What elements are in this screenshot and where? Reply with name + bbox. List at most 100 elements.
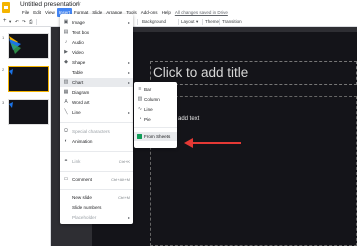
- bar-chart-icon: ≡: [138, 86, 142, 92]
- shortcut-hint: Ctrl+Alt+M: [111, 177, 130, 182]
- menu-item-label: Word art: [72, 100, 90, 105]
- line-chart-icon: ∿: [137, 106, 143, 112]
- submenu-arrow-icon: ▸: [127, 215, 130, 220]
- insert-diagram-item[interactable]: ▦ Diagram: [60, 88, 133, 97]
- insert-shape-item[interactable]: ◆ Shape ▸: [60, 58, 133, 67]
- diagram-icon: ▦: [63, 89, 69, 95]
- menu-item-label: Link: [72, 159, 81, 164]
- slides-logo-icon[interactable]: [2, 2, 10, 13]
- slide-number: 3: [2, 100, 5, 105]
- menu-divider: [60, 171, 133, 172]
- slide-filmstrip: 1 2 3: [0, 27, 51, 246]
- video-icon: ▶: [64, 49, 68, 55]
- new-slide-dropdown-icon[interactable]: ▾: [9, 18, 11, 25]
- sheets-icon: [137, 134, 142, 139]
- chart-line-item[interactable]: ∿ Line: [134, 105, 177, 114]
- menu-item-label: Audio: [72, 40, 84, 45]
- insert-special-characters-item[interactable]: Ω Special characters: [60, 127, 133, 136]
- special-characters-icon: Ω: [64, 128, 68, 134]
- toolbar-divider: [36, 19, 37, 25]
- menu-divider: [134, 127, 177, 128]
- menu-divider: [60, 122, 133, 123]
- submenu-arrow-icon: ▸: [127, 80, 130, 85]
- insert-text-box-item[interactable]: ▤ Text box: [60, 28, 133, 37]
- menu-item-label: Table: [72, 70, 83, 75]
- new-slide-button[interactable]: +: [3, 18, 7, 25]
- chart-column-item[interactable]: ▥ Column: [134, 95, 177, 104]
- menu-item-label: Placeholder: [72, 215, 97, 220]
- slide-number: 2: [2, 67, 5, 72]
- chart-icon: ▥: [63, 79, 69, 85]
- submenu-arrow-icon: ▸: [127, 60, 130, 65]
- line-icon: ╲: [64, 109, 68, 115]
- saved-status[interactable]: All changes saved in Drive: [173, 8, 230, 17]
- menu-item-label: Diagram: [72, 90, 90, 95]
- insert-line-item[interactable]: ╲ Line ▸: [60, 108, 133, 117]
- insert-slide-numbers-item[interactable]: Slide numbers: [60, 203, 133, 212]
- menu-item-label: Bar: [144, 87, 152, 92]
- slide-thumbnail-accent: [9, 102, 13, 108]
- menu-file[interactable]: File: [20, 8, 31, 17]
- word-art-icon: A: [64, 99, 68, 105]
- menu-item-label: Chart: [72, 80, 84, 85]
- comment-icon: ▭: [63, 176, 69, 182]
- slide-thumbnail-3[interactable]: [8, 99, 49, 125]
- toolbar: + ▾ ↶ ↷ ⎙ Background Layout ▾ Theme Tran…: [0, 17, 357, 27]
- column-chart-icon: ▥: [137, 96, 143, 102]
- image-icon: ▣: [63, 19, 69, 25]
- slide-thumbnail-1[interactable]: [8, 33, 49, 59]
- chart-pie-item[interactable]: ◔ Pie: [134, 115, 177, 124]
- insert-image-item[interactable]: ▣ Image ▸: [60, 18, 133, 27]
- toolbar-divider: [219, 19, 220, 25]
- insert-animation-item[interactable]: ◐ Animation: [60, 137, 133, 146]
- layout-button[interactable]: Layout: [181, 18, 195, 25]
- background-button[interactable]: Background: [142, 18, 166, 25]
- submenu-arrow-icon: ▸: [127, 110, 130, 115]
- insert-new-slide-item[interactable]: New slide Ctrl+M: [60, 193, 133, 202]
- menu-help[interactable]: Help: [160, 8, 173, 17]
- slide-number: 1: [2, 35, 5, 40]
- menu-item-label: Comment: [72, 177, 92, 182]
- insert-word-art-item[interactable]: A Word art: [60, 98, 133, 107]
- title-placeholder[interactable]: Click to add title: [150, 61, 357, 85]
- menu-add-ons[interactable]: Add-ons: [139, 8, 160, 17]
- text-box-icon: ▤: [63, 29, 69, 35]
- menu-item-label: Slide numbers: [72, 205, 102, 210]
- insert-table-item[interactable]: Table ▸: [60, 68, 133, 77]
- menu-item-label: Video: [72, 50, 84, 55]
- insert-menu: ▣ Image ▸ ▤ Text box ♪ Audio ▶ Video ◆ S…: [60, 14, 133, 224]
- link-icon: ⚭: [63, 158, 69, 164]
- theme-button[interactable]: Theme: [205, 18, 219, 25]
- menu-item-label: From Sheets: [144, 134, 171, 139]
- slide-thumbnail-accent: [9, 69, 13, 75]
- submenu-arrow-icon: ▸: [127, 20, 130, 25]
- insert-link-item[interactable]: ⚭ Link Ctrl+K: [60, 157, 133, 166]
- layout-dropdown-icon[interactable]: ▾: [196, 18, 198, 25]
- insert-comment-item[interactable]: ▭ Comment Ctrl+Alt+M: [60, 175, 133, 184]
- audio-icon: ♪: [64, 39, 68, 45]
- menu-view[interactable]: View: [43, 8, 57, 17]
- insert-chart-item[interactable]: ▥ Chart ▸: [60, 78, 133, 87]
- menu-divider: [60, 189, 133, 190]
- menu-item-label: Pie: [144, 117, 151, 122]
- insert-placeholder-item[interactable]: Placeholder ▸: [60, 213, 133, 222]
- document-title[interactable]: Untitled presentation: [20, 1, 80, 8]
- insert-video-item[interactable]: ▶ Video: [60, 48, 133, 57]
- print-icon[interactable]: ⎙: [29, 18, 33, 25]
- star-icon[interactable]: ☆: [76, 0, 81, 7]
- annotation-arrow: [184, 138, 241, 148]
- chart-submenu: ≡ Bar ▥ Column ∿ Line ◔ Pie From Sheets: [134, 82, 177, 148]
- chart-bar-item[interactable]: ≡ Bar: [134, 85, 177, 94]
- redo-icon[interactable]: ↷: [22, 18, 26, 25]
- chart-from-sheets-item[interactable]: From Sheets: [134, 132, 177, 141]
- menu-item-label: Line: [144, 107, 153, 112]
- menu-edit[interactable]: Edit: [31, 8, 43, 17]
- shortcut-hint: Ctrl+M: [118, 195, 130, 200]
- slide-thumbnail-2[interactable]: [8, 66, 49, 92]
- menu-item-label: Column: [144, 97, 160, 102]
- undo-icon[interactable]: ↶: [15, 18, 19, 25]
- insert-audio-item[interactable]: ♪ Audio: [60, 38, 133, 47]
- pie-chart-icon: ◔: [138, 116, 142, 122]
- title-bar: Untitled presentation ☆ File Edit View I…: [0, 0, 357, 17]
- transition-button[interactable]: Transition: [222, 18, 242, 25]
